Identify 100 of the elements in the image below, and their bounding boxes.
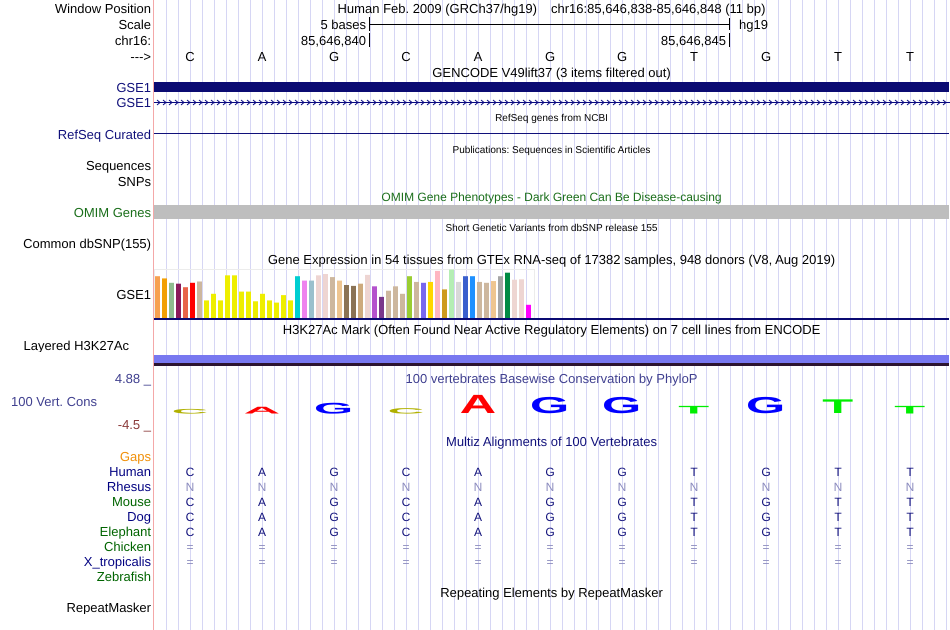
base-letter: A bbox=[258, 48, 266, 64]
species-label: Gaps bbox=[120, 450, 151, 463]
alignment-base: = bbox=[690, 554, 698, 568]
alignment-base: = bbox=[906, 554, 914, 568]
alignment-base: A bbox=[474, 510, 482, 524]
alignment-base: T bbox=[834, 510, 842, 524]
track-title: Publications: Sequences in Scientific Articles bbox=[452, 144, 650, 156]
track-title: GENCODE V49lift37 (3 items filtered out) bbox=[432, 64, 671, 80]
base-letter: T bbox=[906, 48, 914, 64]
alignment-base: N bbox=[906, 480, 914, 494]
alignment-base: = bbox=[330, 540, 338, 554]
alignment-base: G bbox=[545, 510, 555, 524]
logo-letter: T bbox=[678, 406, 710, 414]
alignment-base: N bbox=[546, 480, 554, 494]
scale-span: 5 bases bbox=[320, 16, 367, 32]
alignment-base: T bbox=[690, 510, 698, 524]
logo-letter: G bbox=[602, 397, 642, 414]
alignment-base: G bbox=[329, 494, 339, 508]
alignment-base: N bbox=[618, 480, 626, 494]
species-label: Rhesus bbox=[106, 480, 151, 493]
alignment-base: = bbox=[402, 540, 410, 554]
alignment-base: N bbox=[762, 480, 770, 494]
alignment-base: A bbox=[474, 524, 482, 538]
alignment-base: A bbox=[258, 494, 266, 508]
alignment-base: T bbox=[834, 524, 842, 538]
alignment-base: = bbox=[618, 554, 626, 568]
track-label: Sequences bbox=[86, 159, 151, 172]
axis-label: -4.5 _ bbox=[118, 418, 151, 430]
alignment-base: = bbox=[258, 554, 266, 568]
track-title: Gene Expression in 54 tissues from GTEx RNA-seq of 17382 samples, 948 donors (V8, Aug 2019) bbox=[268, 252, 836, 267]
alignment-base: G bbox=[617, 494, 627, 508]
assembly-label: Human Feb. 2009 (GRCh37/hg19) bbox=[338, 0, 537, 16]
alignment-base: = bbox=[186, 540, 194, 554]
species-label: X_tropicalis bbox=[84, 555, 151, 568]
alignment-base: C bbox=[186, 494, 194, 508]
track-title: Multiz Alignments of 100 Vertebrates bbox=[446, 434, 657, 449]
base-letter: G bbox=[544, 48, 556, 64]
logo-letter: G bbox=[746, 397, 786, 414]
alignment-base: = bbox=[834, 540, 842, 554]
alignment-base: G bbox=[761, 524, 771, 538]
track-label: GSE1 bbox=[116, 288, 151, 300]
logo-letter: G bbox=[314, 402, 354, 414]
alignment-base: A bbox=[258, 464, 266, 478]
alignment-base: = bbox=[618, 540, 626, 554]
alignment-base: G bbox=[761, 464, 771, 478]
track-label: RefSeq Curated bbox=[58, 128, 151, 140]
alignment-base: = bbox=[546, 540, 554, 554]
alignment-base: T bbox=[906, 494, 914, 508]
alignment-base: T bbox=[690, 494, 698, 508]
logo-letter: T bbox=[822, 400, 854, 414]
alignment-base: C bbox=[402, 524, 410, 538]
alignment-base: G bbox=[329, 510, 339, 524]
species-label: Mouse bbox=[112, 495, 151, 508]
base-letter: T bbox=[690, 48, 698, 64]
alignment-base: N bbox=[474, 480, 482, 494]
alignment-base: T bbox=[906, 524, 914, 538]
alignment-base: C bbox=[402, 510, 410, 524]
base-letter: C bbox=[401, 48, 411, 64]
alignment-base: C bbox=[402, 494, 410, 508]
track-title: Repeating Elements by RepeatMasker bbox=[440, 584, 663, 600]
track-label: OMIM Genes bbox=[74, 206, 151, 219]
track-label: GSE1 bbox=[116, 96, 151, 109]
track-title: OMIM Gene Phenotypes - Dark Green Can Be Disease-causing bbox=[381, 190, 722, 204]
species-label: Elephant bbox=[100, 525, 151, 538]
alignment-base: G bbox=[329, 524, 339, 538]
species-label: Zebrafish bbox=[96, 570, 151, 583]
track-label: GSE1 bbox=[116, 81, 151, 94]
alignment-base: C bbox=[186, 510, 194, 524]
alignment-base: = bbox=[906, 540, 914, 554]
alignment-base: N bbox=[402, 480, 410, 494]
track-label: RepeatMasker bbox=[66, 600, 151, 614]
track-title: H3K27Ac Mark (Often Found Near Active Regulatory Elements) on 7 cell lines from ENCODE bbox=[282, 322, 820, 336]
scale-assembly: hg19 bbox=[738, 16, 768, 32]
species-label: Human bbox=[109, 465, 151, 478]
alignment-base: T bbox=[906, 510, 914, 524]
alignment-base: = bbox=[762, 554, 770, 568]
alignment-base: N bbox=[258, 480, 266, 494]
base-letter: A bbox=[474, 48, 482, 64]
row-label: Scale bbox=[118, 18, 151, 30]
coordinate-label: 85,646,840 bbox=[300, 32, 367, 48]
row-label: Window Position bbox=[54, 2, 151, 14]
alignment-base: N bbox=[834, 480, 842, 494]
track-title: RefSeq genes from NCBI bbox=[495, 112, 608, 124]
alignment-base: T bbox=[834, 494, 842, 508]
alignment-base: T bbox=[834, 464, 842, 478]
alignment-base: = bbox=[546, 554, 554, 568]
alignment-base: G bbox=[329, 464, 339, 478]
alignment-base: G bbox=[617, 524, 627, 538]
alignment-base: G bbox=[761, 510, 771, 524]
alignment-base: = bbox=[474, 554, 482, 568]
alignment-base: G bbox=[545, 464, 555, 478]
alignment-base: N bbox=[330, 480, 338, 494]
axis-label: 4.88 _ bbox=[114, 372, 151, 384]
alignment-base: A bbox=[474, 494, 482, 508]
alignment-base: G bbox=[545, 494, 555, 508]
coordinate-label: 85,646,845 bbox=[660, 32, 727, 48]
logo-letter: T bbox=[894, 406, 926, 414]
alignment-base: = bbox=[474, 540, 482, 554]
alignment-base: T bbox=[690, 524, 698, 538]
logo-letter: A bbox=[460, 394, 496, 414]
